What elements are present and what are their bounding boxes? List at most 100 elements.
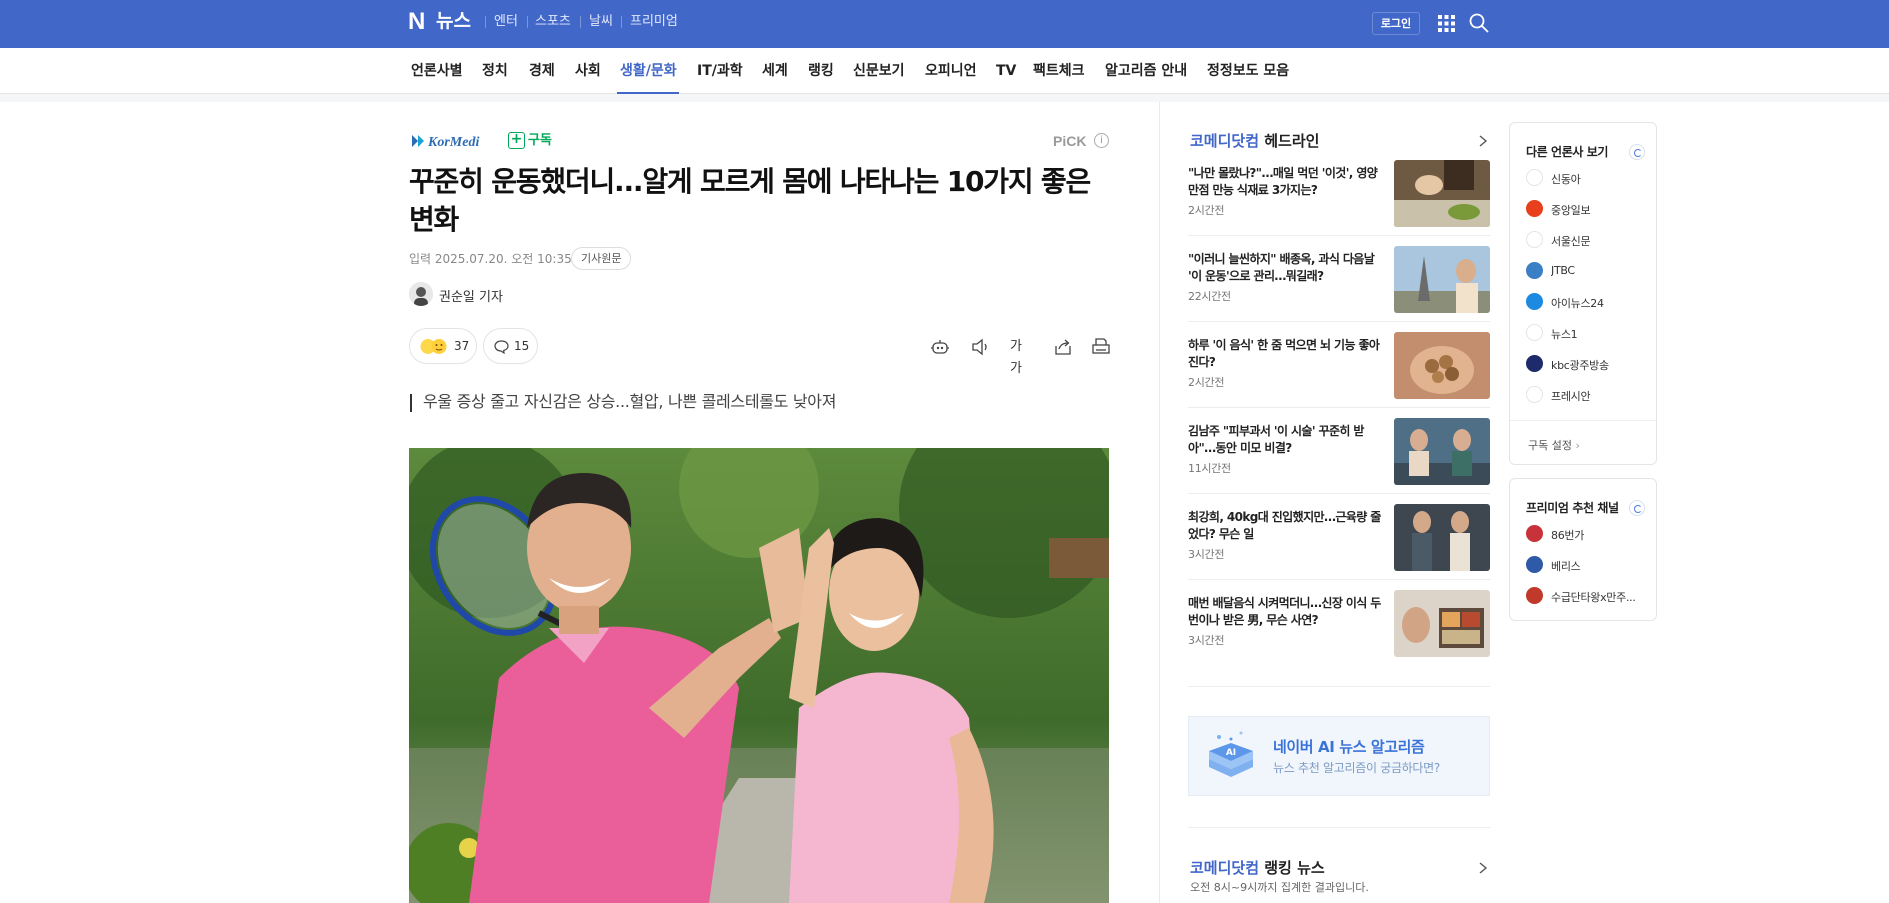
- channel-logo-icon: [1526, 587, 1543, 604]
- search-icon[interactable]: [1468, 12, 1490, 34]
- headline-title: 하루 '이 음식' 한 줌 먹으면 뇌 기능 좋아진다?: [1188, 338, 1380, 369]
- tab-corrections[interactable]: 정정보도 모음: [1207, 63, 1289, 80]
- press-item[interactable]: 서울신문: [1526, 230, 1651, 250]
- press-item[interactable]: 뉴스1: [1526, 323, 1651, 343]
- tab-politics[interactable]: 정치: [482, 63, 508, 80]
- tab-society[interactable]: 사회: [575, 63, 601, 80]
- naver-logo[interactable]: N: [408, 10, 427, 34]
- chevron-right-icon[interactable]: [1477, 133, 1489, 149]
- press-logo-icon: [1526, 355, 1543, 372]
- press-item[interactable]: 아이뉴스24: [1526, 292, 1651, 312]
- article-main-photo[interactable]: [409, 448, 1109, 903]
- audio-speaker-icon[interactable]: [970, 336, 992, 358]
- press-logo[interactable]: KorMedi: [410, 131, 496, 151]
- press-item[interactable]: 중앙일보: [1526, 199, 1651, 219]
- headline-item[interactable]: 최강희, 40kg대 진입했지만…근육량 줄었다? 무슨 일 3시간전: [1188, 504, 1490, 590]
- headlines-header[interactable]: 코메디닷컴 헤드라인: [1190, 131, 1319, 151]
- ranking-press: 코메디닷컴: [1190, 859, 1260, 877]
- pick-label: PiCK: [1053, 133, 1087, 149]
- ranking-header[interactable]: 코메디닷컴 랭킹 뉴스: [1190, 857, 1325, 878]
- headline-title: "이러니 늘씬하지" 배종옥, 과식 다음날 '이 운동'으로 관리…뭐길래?: [1188, 252, 1375, 283]
- login-button[interactable]: 로그인: [1372, 12, 1420, 35]
- reporter-name[interactable]: 권순일 기자: [439, 286, 503, 305]
- headline-thumbnail: [1394, 504, 1490, 571]
- divider: [1188, 235, 1490, 236]
- article-headline: 꾸준히 운동했더니...알게 모르게 몸에 나타나는 10가지 좋은 변화: [409, 165, 1091, 236]
- other-press-title: 다른 언론사 보기: [1526, 145, 1609, 159]
- tab-press[interactable]: 언론사별: [411, 63, 463, 80]
- tab-it-science[interactable]: IT/과학: [697, 63, 743, 80]
- channel-name: 수급단타왕x만주...: [1551, 591, 1636, 604]
- headline-thumbnail: [1394, 590, 1490, 657]
- info-icon[interactable]: i: [1094, 133, 1109, 148]
- app-grid-icon[interactable]: [1438, 15, 1455, 32]
- headline-item[interactable]: 김남주 "피부과서 '이 시술' 꾸준히 받아"…동안 미모 비결? 11시간전: [1188, 418, 1490, 504]
- category-nav: 언론사별 정치 경제 사회 생활/문화 IT/과학 세계 랭킹 신문보기 오피니…: [0, 48, 1889, 94]
- press-logo-icon: [1526, 386, 1543, 403]
- comment-button[interactable]: 15: [483, 328, 538, 364]
- press-item[interactable]: kbc광주방송: [1526, 354, 1651, 374]
- headline-item[interactable]: "이러니 늘씬하지" 배종옥, 과식 다음날 '이 운동'으로 관리…뭐길래? …: [1188, 246, 1490, 332]
- ranking-title: 랭킹 뉴스: [1264, 859, 1325, 877]
- headlines-press: 코메디닷컴: [1190, 132, 1260, 150]
- other-press-box: 다른 언론사 보기 신동아 중앙일보 서울신문 JTBC 아이뉴스24 뉴스1 …: [1509, 122, 1657, 465]
- divider: [1188, 686, 1490, 687]
- emoji-reaction-icon: [420, 339, 447, 354]
- subscribe-button[interactable]: + 구독: [508, 132, 552, 150]
- press-item[interactable]: JTBC: [1526, 261, 1651, 281]
- tab-ranking[interactable]: 랭킹: [808, 63, 834, 80]
- subtitle-bar: [410, 394, 412, 412]
- tab-opinion[interactable]: 오피니언: [925, 63, 977, 80]
- reaction-count: 37: [454, 339, 470, 353]
- ai-algorithm-banner[interactable]: AI 네이버 AI 뉴스 알고리즘 뉴스 추천 알고리즘이 궁금하다면?: [1188, 716, 1490, 796]
- press-item[interactable]: 프레시안: [1526, 385, 1651, 405]
- share-icon[interactable]: [1052, 336, 1074, 358]
- comment-icon: [494, 340, 509, 354]
- column-divider: [1159, 102, 1160, 903]
- channel-logo-icon: [1526, 556, 1543, 573]
- divider: [1510, 420, 1656, 421]
- premium-item[interactable]: 86번가: [1526, 524, 1651, 544]
- tab-tv[interactable]: TV: [996, 63, 1016, 80]
- refresh-icon[interactable]: [1629, 144, 1645, 160]
- service-link-weather[interactable]: 날씨: [589, 14, 613, 30]
- press-name: kbc광주방송: [1551, 359, 1609, 372]
- print-icon[interactable]: [1090, 336, 1112, 358]
- tab-factcheck[interactable]: 팩트체크: [1033, 63, 1085, 80]
- premium-item[interactable]: 베리스: [1526, 555, 1651, 575]
- divider: [1188, 827, 1490, 828]
- font-size-icon[interactable]: 가가: [1010, 336, 1032, 376]
- headline-time: 11시간전: [1188, 462, 1231, 475]
- headline-item[interactable]: "나만 몰랐나?"…매일 먹던 '이것', 영양 만점 만능 식재료 3가지는?…: [1188, 160, 1490, 246]
- news-logo[interactable]: 뉴스: [436, 10, 471, 33]
- service-link-sports[interactable]: 스포츠: [535, 14, 571, 30]
- service-link-premium[interactable]: 프리미엄: [630, 14, 678, 30]
- press-item[interactable]: 신동아: [1526, 168, 1651, 188]
- service-link-entertain[interactable]: 엔터: [494, 14, 518, 30]
- ranking-subtitle: 오전 8시~9시까지 집계한 결과입니다.: [1190, 881, 1369, 894]
- comment-count: 15: [514, 339, 530, 353]
- press-name: 아이뉴스24: [1551, 297, 1604, 310]
- premium-item[interactable]: 수급단타왕x만주...: [1526, 586, 1651, 606]
- tab-newspaper[interactable]: 신문보기: [853, 63, 905, 80]
- original-article-button[interactable]: 기사원문: [571, 247, 632, 270]
- tab-economy[interactable]: 경제: [529, 63, 555, 80]
- headline-time: 3시간전: [1188, 548, 1225, 561]
- press-logo-icon: [1526, 231, 1543, 248]
- tab-life-culture[interactable]: 생활/문화: [620, 63, 677, 80]
- reaction-button[interactable]: 37: [409, 328, 477, 364]
- reporter-avatar[interactable]: [409, 282, 433, 306]
- headline-item[interactable]: 매번 배달음식 시켜먹더니…신장 이식 두 번이나 받은 男, 무슨 사연? 3…: [1188, 590, 1490, 676]
- press-name: 신동아: [1551, 173, 1581, 186]
- headline-item[interactable]: 하루 '이 음식' 한 줌 먹으면 뇌 기능 좋아진다? 2시간전: [1188, 332, 1490, 418]
- tab-algorithm[interactable]: 알고리즘 안내: [1105, 63, 1187, 80]
- divider: [1188, 579, 1490, 580]
- channel-name: 베리스: [1551, 560, 1581, 573]
- press-name: 서울신문: [1551, 235, 1591, 248]
- chevron-right-icon[interactable]: [1477, 860, 1489, 876]
- refresh-icon[interactable]: [1629, 500, 1645, 516]
- tab-world[interactable]: 세계: [762, 63, 788, 80]
- ai-summary-bot-icon[interactable]: [929, 336, 951, 358]
- subscription-settings-link[interactable]: 구독 설정 ›: [1528, 437, 1580, 453]
- headline-time: 3시간전: [1188, 634, 1225, 647]
